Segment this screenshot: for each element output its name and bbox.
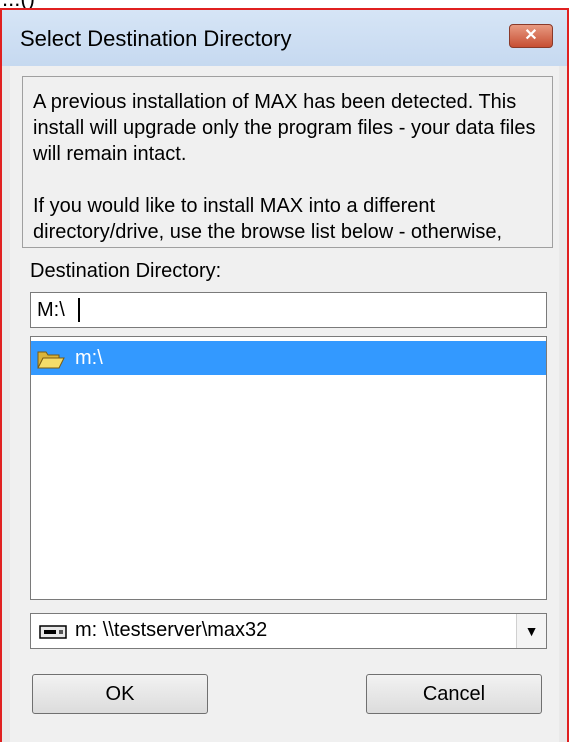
destination-label: Destination Directory:	[30, 260, 222, 282]
chevron-down-icon: ▼	[524, 623, 539, 639]
cancel-button[interactable]: Cancel	[366, 674, 542, 714]
open-folder-icon	[37, 347, 65, 381]
dialog-content: A previous installation of MAX has been …	[10, 66, 559, 742]
directory-list[interactable]: m:\	[30, 336, 547, 600]
directory-item[interactable]: m:\	[31, 341, 546, 375]
drive-select-value: m: \\testserver\max32	[75, 619, 268, 641]
close-button[interactable]: ✕	[509, 24, 553, 48]
dropdown-button[interactable]: ▼	[516, 614, 546, 648]
ok-button[interactable]: OK	[32, 674, 208, 714]
info-paragraph-2: If you would like to install MAX into a …	[33, 195, 503, 243]
directory-item-label: m:\	[75, 347, 103, 369]
destination-input[interactable]	[30, 292, 547, 328]
text-caret	[78, 298, 80, 322]
info-message: A previous installation of MAX has been …	[22, 76, 553, 248]
close-icon: ✕	[524, 27, 538, 44]
window-title: Select Destination Directory	[20, 26, 292, 51]
drive-select[interactable]: m: \\testserver\max32 ▼	[30, 613, 547, 649]
dialog-window: Select Destination Directory ✕ A previou…	[0, 8, 569, 742]
title-bar[interactable]: Select Destination Directory ✕	[2, 10, 567, 66]
info-paragraph-1: A previous installation of MAX has been …	[33, 91, 536, 165]
network-drive-icon	[39, 624, 67, 645]
